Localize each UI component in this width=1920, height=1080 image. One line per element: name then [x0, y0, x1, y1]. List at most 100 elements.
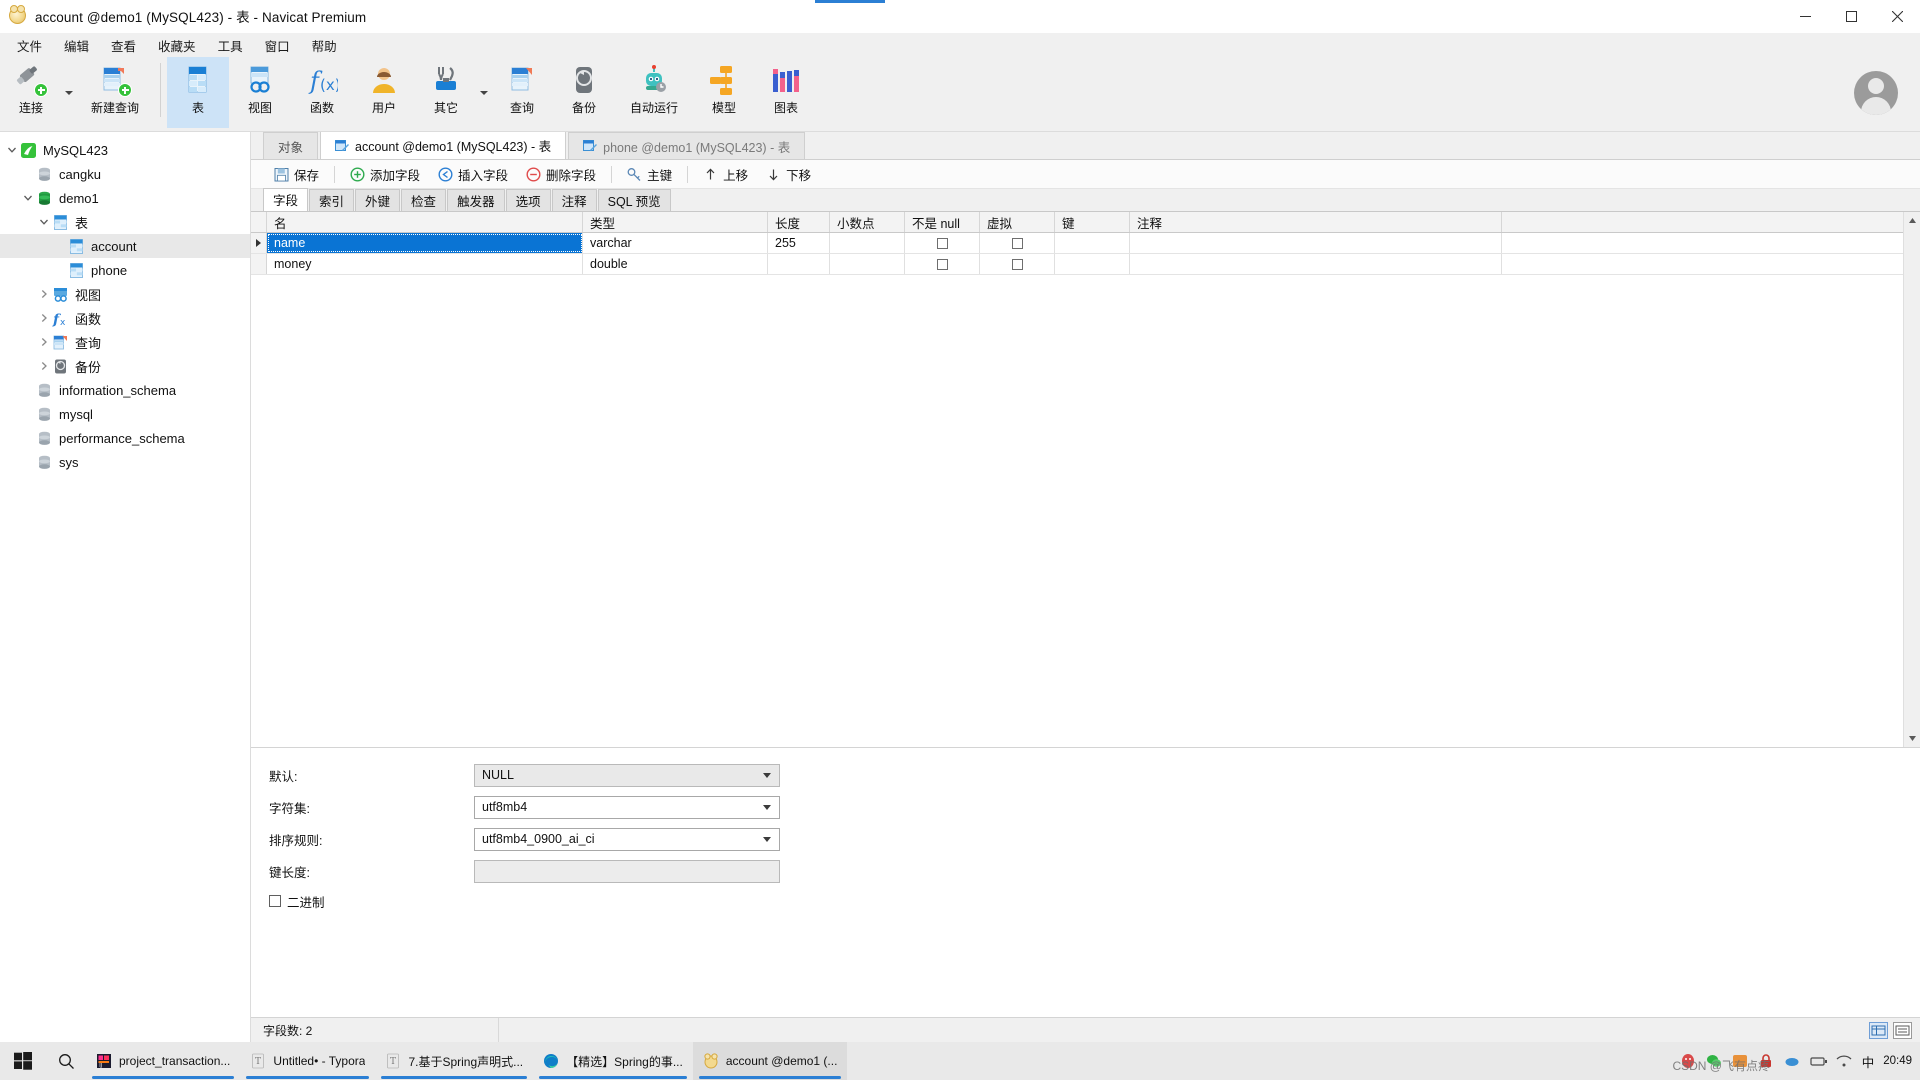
- cell-comment[interactable]: [1130, 233, 1502, 253]
- ribbon-model[interactable]: 模型: [693, 57, 755, 128]
- tab-checks[interactable]: 检查: [401, 189, 447, 211]
- fields-grid[interactable]: 名类型 长度 小数点 不是 null 虚拟键注释 name varchar 255 money…: [251, 212, 1903, 747]
- maximize-icon[interactable]: [1828, 0, 1874, 33]
- menu-help[interactable]: 帮助: [301, 33, 348, 58]
- close-icon[interactable]: [1874, 0, 1920, 33]
- row-marker[interactable]: [251, 254, 267, 274]
- move-down-button[interactable]: 下移: [757, 162, 820, 187]
- windows-start-icon[interactable]: [0, 1042, 46, 1080]
- tab-comment[interactable]: 注释: [551, 189, 597, 211]
- menu-view[interactable]: 查看: [100, 33, 147, 58]
- property-row-binary[interactable]: 二进制: [269, 890, 1920, 912]
- grid-vertical-scrollbar[interactable]: [1903, 212, 1920, 747]
- sidebar-item-[interactable]: 备份: [0, 354, 250, 378]
- sidebar-item-phone[interactable]: phone: [0, 258, 250, 282]
- cell-type[interactable]: double: [583, 254, 768, 274]
- chevron-right-icon[interactable]: [36, 286, 52, 302]
- sidebar-item-account[interactable]: account: [0, 234, 250, 258]
- cell-key[interactable]: [1055, 254, 1130, 274]
- chevron-down-icon[interactable]: [20, 190, 36, 206]
- tab-triggers[interactable]: 触发器: [447, 189, 505, 211]
- add-field-button[interactable]: 添加字段: [341, 162, 429, 187]
- binary-checkbox[interactable]: [269, 895, 281, 907]
- tab-account-designer[interactable]: account @demo1 (MySQL423) - 表: [320, 131, 567, 159]
- menu-favorites[interactable]: 收藏夹: [147, 33, 207, 58]
- minimize-icon[interactable]: [1782, 0, 1828, 33]
- menu-tools[interactable]: 工具: [207, 33, 254, 58]
- insert-field-button[interactable]: 插入字段: [429, 162, 517, 187]
- taskbar-app[interactable]: IJ project_transaction...: [86, 1042, 240, 1080]
- scroll-up-icon[interactable]: [1903, 212, 1920, 229]
- tab-fields[interactable]: 字段: [263, 188, 309, 211]
- cell-key[interactable]: [1055, 233, 1130, 253]
- column-header[interactable]: 类型: [583, 212, 768, 232]
- ribbon-backup[interactable]: 备份: [553, 57, 615, 128]
- cell-length[interactable]: 255: [768, 233, 830, 253]
- table-row[interactable]: money double: [251, 254, 1903, 275]
- avatar[interactable]: [1854, 71, 1898, 115]
- ribbon-query[interactable]: 查询: [491, 57, 553, 128]
- sidebar-item-MySQL423[interactable]: MySQL423: [0, 138, 250, 162]
- chevron-right-icon[interactable]: [36, 334, 52, 350]
- column-header[interactable]: 长度: [768, 212, 830, 232]
- column-header[interactable]: 虚拟: [980, 212, 1055, 232]
- column-header[interactable]: 不是 null: [905, 212, 980, 232]
- form-view-icon[interactable]: [1893, 1021, 1912, 1039]
- menu-window[interactable]: 窗口: [254, 33, 301, 58]
- taskbar-clock[interactable]: 20:49: [1883, 1055, 1912, 1068]
- fields-grid-body[interactable]: name varchar 255 money double: [251, 233, 1903, 275]
- objects-tab[interactable]: 对象: [263, 132, 319, 159]
- cell-length[interactable]: [768, 254, 830, 274]
- ribbon-connection[interactable]: 连接: [0, 57, 62, 128]
- row-marker[interactable]: [251, 233, 267, 253]
- collation-select[interactable]: utf8mb4_0900_ai_ci: [474, 827, 780, 851]
- chevron-right-icon[interactable]: [36, 310, 52, 326]
- ribbon-new-query[interactable]: 新建查询: [76, 57, 154, 128]
- virtual-checkbox[interactable]: [980, 233, 1055, 253]
- tab-options[interactable]: 选项: [505, 189, 551, 211]
- save-button[interactable]: 保存: [265, 162, 328, 187]
- virtual-checkbox[interactable]: [980, 254, 1055, 274]
- battery-icon[interactable]: [1810, 1053, 1827, 1070]
- tab-sql-preview[interactable]: SQL 预览: [597, 189, 671, 211]
- sidebar-item-cangku[interactable]: cangku: [0, 162, 250, 186]
- chevron-down-icon[interactable]: [4, 142, 20, 158]
- taskbar-app[interactable]: T 7.基于Spring声明式...: [375, 1042, 533, 1080]
- sidebar-item-demo1[interactable]: demo1: [0, 186, 250, 210]
- tab-foreign-keys[interactable]: 外键: [355, 189, 401, 211]
- sidebar-item-[interactable]: 表: [0, 210, 250, 234]
- sidebar-item-information_schema[interactable]: information_schema: [0, 378, 250, 402]
- ribbon-automation[interactable]: 自动运行: [615, 57, 693, 128]
- ribbon-user[interactable]: 用户: [353, 57, 415, 128]
- tab-phone-designer[interactable]: phone @demo1 (MySQL423) - 表: [568, 132, 806, 159]
- chevron-down-icon[interactable]: [477, 57, 491, 128]
- ribbon-other[interactable]: 其它: [415, 57, 477, 128]
- ime-indicator[interactable]: 中: [1862, 1052, 1875, 1071]
- cell-decimals[interactable]: [830, 254, 905, 274]
- not-null-checkbox[interactable]: [905, 254, 980, 274]
- cell-type[interactable]: varchar: [583, 233, 768, 253]
- chevron-down-icon[interactable]: [36, 214, 52, 230]
- chevron-right-icon[interactable]: [36, 358, 52, 374]
- taskbar-app[interactable]: account @demo1 (...: [692, 1042, 848, 1080]
- table-row[interactable]: name varchar 255: [251, 233, 1903, 254]
- grid-view-icon[interactable]: [1869, 1021, 1888, 1039]
- cell-name[interactable]: name: [267, 233, 583, 253]
- cell-name[interactable]: money: [267, 254, 583, 274]
- object-tree-sidebar[interactable]: MySQL423 cangku demo1 表 account phone 视图 f x 函数 查询…: [0, 132, 251, 1042]
- delete-field-button[interactable]: 删除字段: [517, 162, 605, 187]
- sidebar-item-sys[interactable]: sys: [0, 450, 250, 474]
- sidebar-item-mysql[interactable]: mysql: [0, 402, 250, 426]
- scroll-down-icon[interactable]: [1903, 730, 1920, 747]
- column-header[interactable]: 小数点: [830, 212, 905, 232]
- sidebar-item-performance_schema[interactable]: performance_schema: [0, 426, 250, 450]
- primary-key-button[interactable]: 主键: [618, 162, 681, 187]
- tab-indexes[interactable]: 索引: [309, 189, 355, 211]
- sidebar-item-[interactable]: 视图: [0, 282, 250, 306]
- network-icon[interactable]: [1836, 1053, 1853, 1070]
- menu-file[interactable]: 文件: [6, 33, 53, 58]
- cell-decimals[interactable]: [830, 233, 905, 253]
- not-null-checkbox[interactable]: [905, 233, 980, 253]
- chevron-down-icon[interactable]: [62, 57, 76, 128]
- ribbon-chart[interactable]: 图表: [755, 57, 817, 128]
